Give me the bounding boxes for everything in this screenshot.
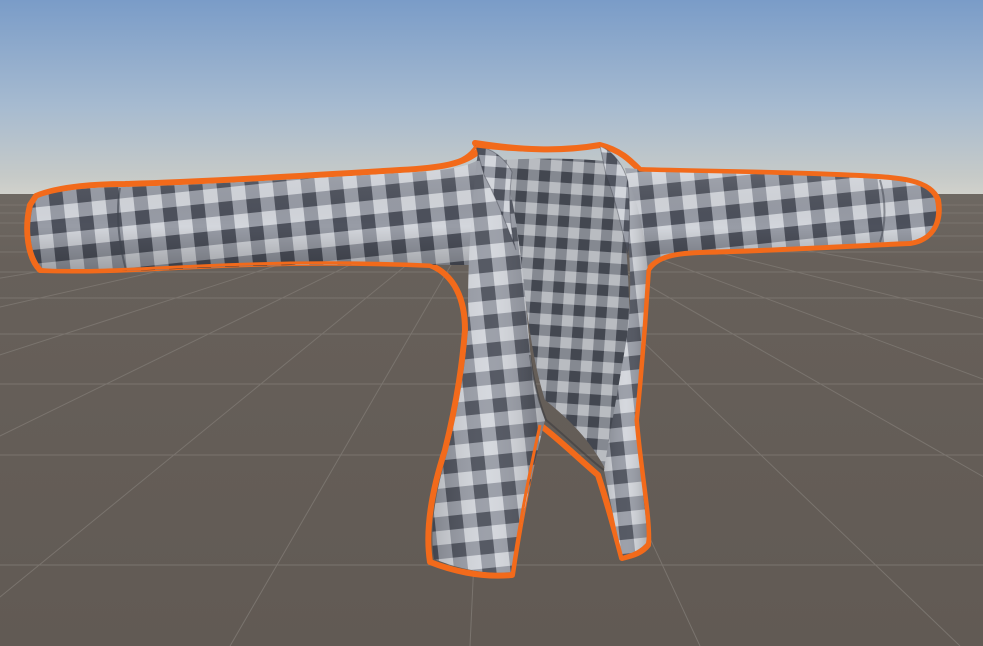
scene-view[interactable] [0, 0, 983, 646]
